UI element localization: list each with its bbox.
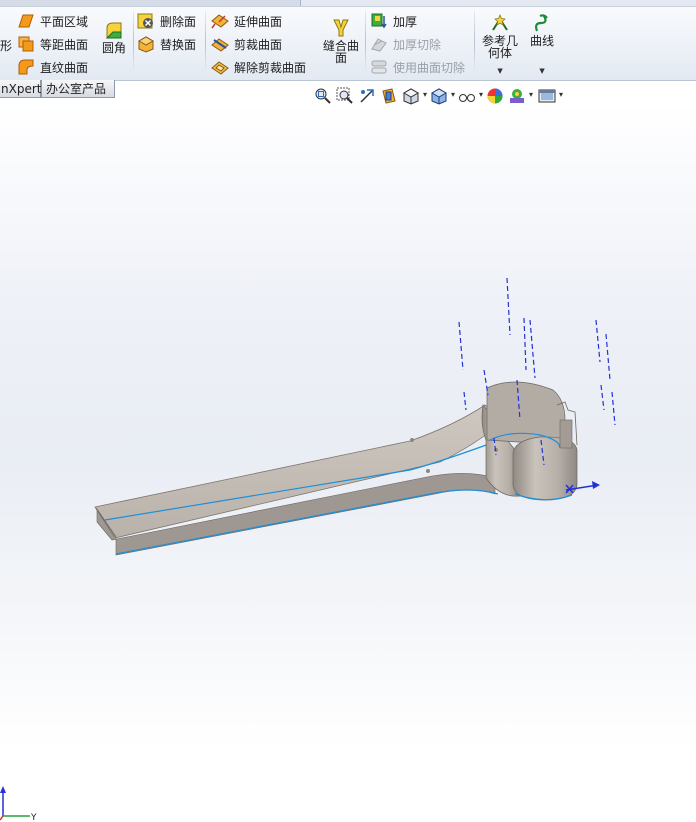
knit-surface-label-2: 面 [335,51,348,65]
tab-office-products[interactable]: 办公室产品 [41,80,115,98]
edit-appearance-icon[interactable] [486,87,504,105]
planar-surface-label: 平面区域 [40,14,89,29]
previous-view-icon[interactable] [358,87,376,105]
command-manager-ribbon: 形 平面区域 等距曲面 直纹曲面 圆角 删除面 替换面 延伸曲面 剪裁曲面 解除… [0,0,696,81]
zoom-to-area-icon[interactable] [336,87,354,105]
ribbon-separator [133,10,134,74]
delete-face-icon [137,12,155,30]
extend-surface-label: 延伸曲面 [234,14,283,29]
ruled-surface-label: 直纹曲面 [40,60,89,75]
command-tab-strip: nXpert 办公室产品 [0,80,120,99]
fillet-icon [104,20,124,40]
view-orientation-icon[interactable] [402,87,427,105]
trim-surface-label: 剪裁曲面 [234,37,283,52]
cut-with-surface-button[interactable]: 使用曲面切除 [370,57,465,77]
apply-scene-icon[interactable] [508,87,533,105]
planar-surface-button[interactable]: 平面区域 [17,11,88,31]
thicken-cut-label: 加厚切除 [393,37,442,52]
chevron-down-icon[interactable]: ▼ [497,65,502,77]
trim-surface-icon [211,35,229,53]
untrim-surface-button[interactable]: 解除剪裁曲面 [211,57,306,77]
replace-face-label: 替换面 [160,37,197,52]
reference-geometry-icon [490,13,510,33]
extend-surface-icon [211,12,229,30]
chevron-down-icon[interactable]: ▼ [539,65,544,77]
ribbon-separator [205,10,206,74]
offset-surface-button[interactable]: 等距曲面 [17,34,88,54]
reference-triad-icon: Y [0,786,37,822]
knit-surface-icon [331,18,351,38]
planar-surface-icon [17,12,35,30]
ruled-surface-button[interactable]: 直纹曲面 [17,57,88,77]
ribbon-separator [365,10,366,74]
triad-y-label: Y [30,813,37,822]
heads-up-view-toolbar [314,85,563,107]
ruled-surface-icon [17,58,35,76]
hide-show-items-icon[interactable] [458,87,483,105]
cut-with-surface-label: 使用曲面切除 [393,60,466,75]
thicken-label: 加厚 [393,14,418,29]
trim-surface-button[interactable]: 剪裁曲面 [211,34,282,54]
delete-face-label: 删除面 [160,14,197,29]
fillet-label: 圆角 [102,41,127,55]
surface-cut-icon [370,58,388,76]
knit-surface-button[interactable]: 缝合曲 面 [323,18,359,64]
replace-face-button[interactable]: 替换面 [137,34,196,54]
replace-face-icon [137,35,155,53]
fillet-button[interactable]: 圆角 [102,20,126,54]
extend-surface-button[interactable]: 延伸曲面 [211,11,282,31]
section-view-icon[interactable] [380,87,398,105]
offset-surface-label: 等距曲面 [40,37,89,52]
ribbon-tab-bar [0,0,696,7]
untrim-surface-icon [211,58,229,76]
delete-face-button[interactable]: 删除面 [137,11,196,31]
curves-icon [532,13,552,33]
tab-office-products-label: 办公室产品 [46,82,107,96]
thicken-cut-icon [370,35,388,53]
truncated-command-text: 形 [0,38,13,53]
offset-surface-icon [17,35,35,53]
tab-xpert-label: nXpert [1,82,42,96]
thicken-icon [370,12,388,30]
view-settings-icon[interactable] [538,87,563,105]
thicken-button[interactable]: 加厚 [370,11,417,31]
curves-label: 曲线 [530,34,555,48]
display-style-icon[interactable] [430,87,455,105]
tab-xpert[interactable]: nXpert [0,80,41,98]
untrim-surface-label: 解除剪裁曲面 [234,60,307,75]
thicken-cut-button[interactable]: 加厚切除 [370,34,441,54]
curves-button[interactable]: 曲线 ▼ [530,13,554,77]
zoom-to-fit-icon[interactable] [314,87,332,105]
reference-geometry-button[interactable]: 参考几 何体 ▼ [482,13,518,77]
ribbon-separator [474,10,475,74]
truncated-command-label[interactable]: 形 [0,35,12,55]
graphics-area[interactable] [0,81,696,822]
reference-geometry-label-2: 何体 [488,46,513,60]
